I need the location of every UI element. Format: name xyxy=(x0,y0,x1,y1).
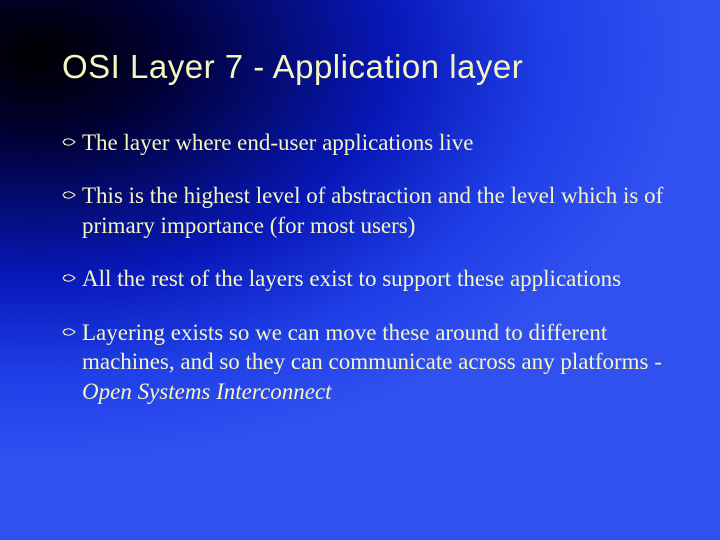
bullet-text: The layer where end-user applications li… xyxy=(82,128,665,157)
list-item: All the rest of the layers exist to supp… xyxy=(62,264,665,293)
fish-icon xyxy=(62,320,80,344)
bullet-prefix: Layering exists so we can move these aro… xyxy=(82,320,662,374)
list-item: Layering exists so we can move these aro… xyxy=(62,318,665,406)
bullet-list: The layer where end-user applications li… xyxy=(62,128,665,406)
slide-title: OSI Layer 7 - Application layer xyxy=(62,48,665,86)
bullet-text: All the rest of the layers exist to supp… xyxy=(82,264,665,293)
fish-icon xyxy=(62,130,80,154)
list-item: This is the highest level of abstraction… xyxy=(62,181,665,240)
fish-icon xyxy=(62,266,80,290)
fish-icon xyxy=(62,183,80,207)
bullet-text: Layering exists so we can move these aro… xyxy=(82,318,665,406)
bullet-italic: Open Systems Interconnect xyxy=(82,379,332,404)
list-item: The layer where end-user applications li… xyxy=(62,128,665,157)
bullet-text: This is the highest level of abstraction… xyxy=(82,181,665,240)
presentation-slide: OSI Layer 7 - Application layer The laye… xyxy=(0,0,720,540)
